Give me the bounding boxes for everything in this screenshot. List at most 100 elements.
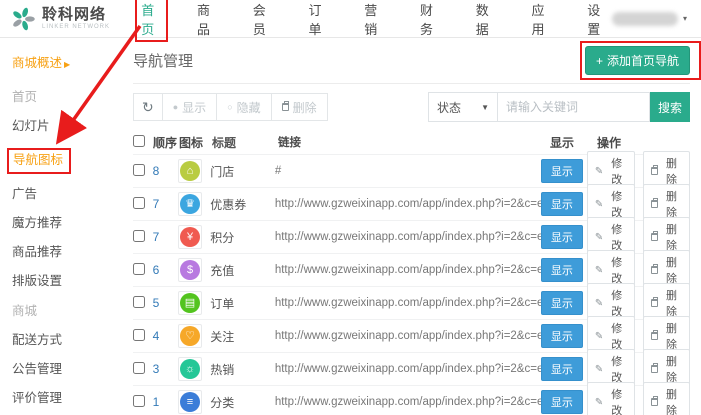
page-title: 导航管理 [133, 50, 193, 71]
top-nav-item[interactable]: 数据 [472, 0, 501, 40]
show-button[interactable]: 显示 [541, 324, 583, 348]
show-button[interactable]: 显示 [541, 225, 583, 249]
hollow-dot-icon: ○ [227, 102, 232, 112]
row-checkbox[interactable] [133, 362, 145, 374]
sidebar-item-label: 排版设置 [12, 274, 62, 288]
row-order: 5 [153, 296, 178, 310]
sidebar-item-label: 魔方推荐 [12, 216, 62, 230]
select-all-checkbox[interactable] [133, 135, 145, 147]
show-button[interactable]: 显示 [541, 258, 583, 282]
add-home-nav-button[interactable]: + 添加首页导航 [585, 46, 690, 75]
header-title: 标题 [212, 134, 278, 151]
row-checkbox[interactable] [133, 230, 145, 242]
row-checkbox[interactable] [133, 263, 145, 275]
trash-icon [651, 299, 658, 307]
show-button[interactable]: 显示 [541, 390, 583, 414]
top-nav-item[interactable]: 首页 [137, 0, 166, 40]
row-checkbox[interactable] [133, 197, 145, 209]
show-button[interactable]: 显示 [541, 192, 583, 216]
row-checkbox[interactable] [133, 329, 145, 341]
sidebar-item[interactable]: 商城概述▶ [12, 56, 70, 72]
top-nav-item[interactable]: 会员 [249, 0, 278, 40]
show-button[interactable]: 显示 [541, 291, 583, 315]
sidebar-item-label: 首页 [12, 90, 37, 104]
row-order: 1 [153, 395, 178, 409]
sidebar-item-label: 广告 [12, 187, 37, 201]
top-nav-item[interactable]: 应用 [528, 0, 557, 40]
row-order: 6 [153, 263, 178, 277]
bulk-hide-button[interactable]: ○ 隐藏 [216, 93, 271, 121]
show-button[interactable]: 显示 [541, 159, 583, 183]
table-row: 3 ☼ 热销 http://www.gzweixinapp.com/app/in… [133, 352, 690, 385]
delete-button[interactable]: 删除 [643, 382, 690, 415]
header-show: 显示 [550, 134, 597, 151]
topbar: 聆科网络 LINKER NETWORK 首页 商品 会员 订单 营销 财务 数据… [0, 0, 701, 38]
user-avatar-blurred [612, 12, 678, 26]
sidebar-item[interactable]: 幻灯片 [12, 119, 52, 135]
edit-button[interactable]: ✎ 修改 [587, 382, 635, 415]
row-icon-frame: ≡ [178, 390, 202, 414]
pencil-icon: ✎ [595, 331, 603, 342]
top-nav-item[interactable]: 订单 [305, 0, 334, 40]
row-title: 积分 [210, 229, 275, 246]
row-link: http://www.gzweixinapp.com/app/index.php… [275, 264, 541, 276]
row-title: 热销 [210, 361, 275, 378]
top-nav-item[interactable]: 设置 [583, 0, 612, 40]
sidebar-item[interactable]: 首页 [12, 90, 39, 106]
sidebar-item[interactable]: 导航图标 [7, 148, 71, 174]
nav-table: 顺序 图标 标题 链接 显示 操作 8 ⌂ [133, 130, 690, 415]
trash-icon [651, 233, 658, 241]
sidebar-item[interactable]: 公告管理 [12, 362, 64, 378]
sidebar-item[interactable]: 商城 [12, 304, 39, 320]
row-title: 关注 [210, 328, 275, 345]
top-nav-item[interactable]: 商品 [193, 0, 222, 40]
pencil-icon: ✎ [595, 397, 603, 408]
sidebar-item[interactable]: 商品推荐 [12, 245, 64, 261]
sidebar-item-label: 导航图标 [13, 153, 63, 167]
row-checkbox[interactable] [133, 296, 145, 308]
top-nav-item[interactable]: 财务 [416, 0, 445, 40]
row-link: # [275, 165, 541, 177]
top-nav-item[interactable]: 营销 [360, 0, 389, 40]
row-icon: ♛ [180, 194, 200, 214]
row-icon-frame: $ [178, 258, 202, 282]
toolbar: ↻ ● 显示 ○ 隐藏 删除 状态 ▼ [133, 92, 690, 122]
sidebar: 商城概述▶ 首页 幻灯片 导航图标 广告 魔方推荐 商品推荐 [0, 38, 118, 415]
bulk-delete-button[interactable]: 删除 [271, 93, 328, 121]
row-order: 8 [153, 164, 178, 178]
sidebar-item[interactable]: 配送方式 [12, 333, 64, 349]
refresh-button[interactable]: ↻ [133, 93, 163, 121]
trash-icon [651, 266, 658, 274]
bulk-show-button[interactable]: ● 显示 [162, 93, 217, 121]
row-icon: ⌂ [180, 161, 200, 181]
sidebar-item-label: 公告管理 [12, 362, 62, 376]
status-select[interactable]: 状态 ▼ [428, 92, 498, 122]
show-button[interactable]: 显示 [541, 357, 583, 381]
sidebar-item[interactable]: 广告 [12, 187, 39, 203]
plus-icon: + [596, 54, 603, 68]
table-row: 4 ♡ 关注 http://www.gzweixinapp.com/app/in… [133, 319, 690, 352]
table-row: 5 ▤ 订单 http://www.gzweixinapp.com/app/in… [133, 286, 690, 319]
sidebar-item[interactable]: 魔方推荐 [12, 216, 64, 232]
row-link: http://www.gzweixinapp.com/app/index.php… [275, 198, 541, 210]
sidebar-item[interactable]: 评价管理 [12, 391, 64, 407]
chevron-right-icon: ▶ [64, 60, 70, 69]
sidebar-item[interactable]: 排版设置 [12, 274, 64, 290]
header-link: 链接 [278, 134, 550, 150]
row-checkbox[interactable] [133, 164, 145, 176]
trash-icon [651, 365, 658, 373]
row-icon-frame: ▤ [178, 291, 202, 315]
top-nav: 首页 商品 会员 订单 营销 财务 数据 应用 设置 [137, 0, 612, 40]
table-row: 7 ♛ 优惠券 http://www.gzweixinapp.com/app/i… [133, 187, 690, 220]
row-link: http://www.gzweixinapp.com/app/index.php… [275, 297, 541, 309]
sidebar-item-label: 商城概述 [12, 56, 62, 70]
row-title: 分类 [210, 394, 275, 411]
caret-down-icon: ▼ [481, 103, 489, 112]
search-button[interactable]: 搜索 [650, 92, 690, 122]
user-menu[interactable]: ▾ [612, 12, 687, 26]
search-group: 状态 ▼ 搜索 [428, 92, 690, 122]
row-checkbox[interactable] [133, 395, 145, 407]
table-row: 7 ¥ 积分 http://www.gzweixinapp.com/app/in… [133, 220, 690, 253]
row-link: http://www.gzweixinapp.com/app/index.php… [275, 363, 541, 375]
keyword-search-input[interactable] [498, 92, 650, 122]
